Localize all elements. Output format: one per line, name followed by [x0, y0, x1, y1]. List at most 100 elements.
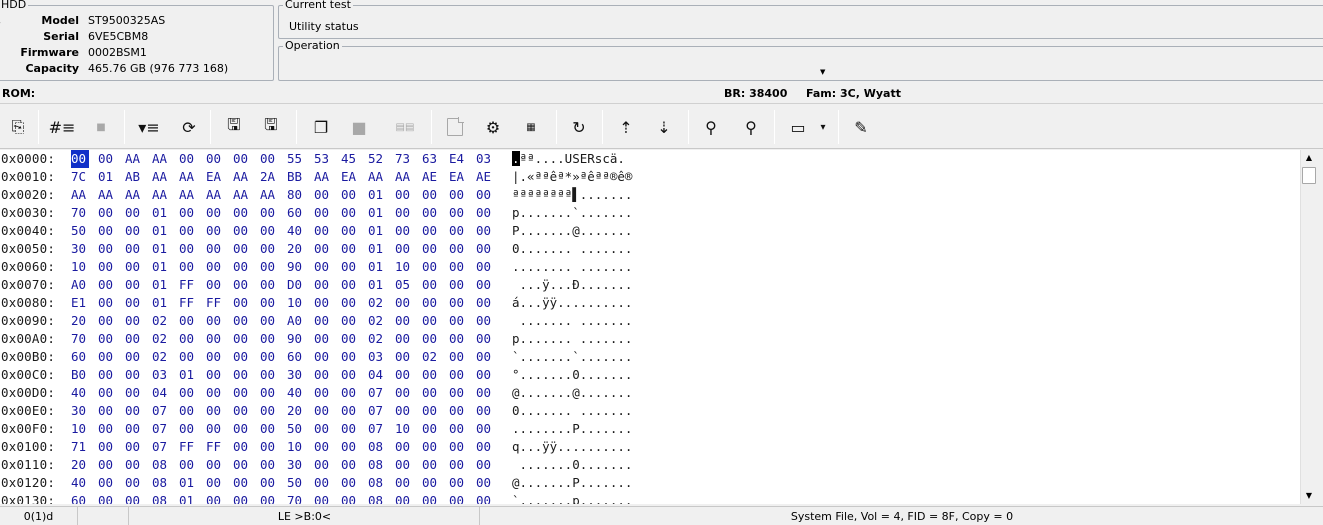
hex-byte[interactable]: 00 — [341, 276, 359, 294]
hex-byte[interactable]: 00 — [71, 150, 89, 168]
hex-byte[interactable]: 01 — [368, 204, 386, 222]
hex-byte[interactable]: 00 — [449, 384, 467, 402]
hex-byte[interactable]: 03 — [368, 348, 386, 366]
open-file-button[interactable]: ⎘ — [5, 114, 31, 140]
hex-byte[interactable]: 00 — [341, 348, 359, 366]
hex-bytes[interactable]: 10 00 00 01 00 00 00 00 90 00 00 01 10 00 00 00 — [71, 258, 494, 276]
hex-byte[interactable]: 01 — [368, 222, 386, 240]
hex-byte[interactable]: 00 — [206, 312, 224, 330]
save-all-button[interactable]: 🖫 — [258, 114, 284, 140]
hex-byte[interactable]: 00 — [422, 456, 440, 474]
hex-byte[interactable]: 00 — [449, 330, 467, 348]
hex-byte[interactable]: 00 — [98, 312, 116, 330]
hex-byte[interactable]: 00 — [422, 204, 440, 222]
hex-byte[interactable]: 00 — [125, 366, 143, 384]
hex-byte[interactable]: 00 — [314, 402, 332, 420]
hex-byte[interactable]: 00 — [314, 276, 332, 294]
hex-byte[interactable]: AA — [125, 186, 143, 204]
hex-byte[interactable]: 05 — [395, 276, 413, 294]
hex-byte[interactable]: FF — [179, 438, 197, 456]
hex-byte[interactable]: 00 — [98, 258, 116, 276]
hex-bytes[interactable]: 10 00 00 07 00 00 00 00 50 00 00 07 10 00 00 00 — [71, 420, 494, 438]
hex-byte[interactable]: 10 — [395, 420, 413, 438]
hex-byte[interactable]: FF — [206, 438, 224, 456]
hex-byte[interactable]: 00 — [233, 222, 251, 240]
hex-byte[interactable]: AA — [152, 150, 170, 168]
hex-byte[interactable]: 00 — [476, 240, 494, 258]
hex-byte[interactable]: 00 — [341, 366, 359, 384]
hex-byte[interactable]: 00 — [395, 402, 413, 420]
hex-byte[interactable]: 60 — [71, 492, 89, 504]
hex-bytes[interactable]: B0 00 00 03 01 00 00 00 30 00 00 04 00 00 00 00 — [71, 366, 494, 384]
hex-ascii[interactable]: á...ÿÿ.......... — [512, 294, 632, 312]
hex-byte[interactable]: 00 — [260, 420, 278, 438]
hex-byte[interactable]: 00 — [314, 294, 332, 312]
hex-byte[interactable]: 00 — [98, 150, 116, 168]
hex-byte[interactable]: 00 — [233, 456, 251, 474]
hex-byte[interactable]: 04 — [152, 384, 170, 402]
hex-byte[interactable]: 20 — [287, 240, 305, 258]
hex-byte[interactable]: 00 — [206, 456, 224, 474]
hex-byte[interactable]: 20 — [287, 402, 305, 420]
hex-byte[interactable]: 00 — [125, 456, 143, 474]
hex-byte[interactable]: 00 — [395, 438, 413, 456]
hex-byte[interactable]: 30 — [287, 366, 305, 384]
hex-byte[interactable]: 00 — [422, 420, 440, 438]
hex-byte[interactable]: 00 — [395, 474, 413, 492]
hex-byte[interactable]: 00 — [125, 384, 143, 402]
hex-byte[interactable]: A0 — [287, 312, 305, 330]
hex-byte[interactable]: 00 — [422, 402, 440, 420]
copy-button[interactable]: ❐ — [308, 114, 334, 140]
hex-byte[interactable]: 00 — [260, 474, 278, 492]
arrow-list-button[interactable]: ▾≡ — [136, 114, 162, 140]
hex-byte[interactable]: 00 — [314, 384, 332, 402]
hex-byte[interactable]: 00 — [314, 312, 332, 330]
hex-byte[interactable]: 00 — [98, 294, 116, 312]
hex-byte[interactable]: 00 — [449, 258, 467, 276]
hex-byte[interactable]: 00 — [206, 276, 224, 294]
hex-byte[interactable]: 00 — [206, 222, 224, 240]
hex-byte[interactable]: 40 — [287, 384, 305, 402]
hex-byte[interactable]: 00 — [476, 456, 494, 474]
hex-ascii[interactable]: ........P....... — [512, 420, 632, 438]
hex-byte[interactable]: 00 — [233, 240, 251, 258]
hex-byte[interactable]: 70 — [71, 204, 89, 222]
hex-bytes[interactable]: E1 00 00 01 FF FF 00 00 10 00 00 02 00 00 00 00 — [71, 294, 494, 312]
hex-byte[interactable]: AE — [422, 168, 440, 186]
hex-byte[interactable]: 60 — [71, 348, 89, 366]
doc-hex-button[interactable]: ▦ — [518, 114, 544, 140]
hex-byte[interactable]: 00 — [206, 366, 224, 384]
hex-byte[interactable]: 01 — [98, 168, 116, 186]
hex-byte[interactable]: AA — [179, 186, 197, 204]
hex-byte[interactable]: AB — [125, 168, 143, 186]
hex-byte[interactable]: 07 — [152, 402, 170, 420]
hex-byte[interactable]: 00 — [233, 384, 251, 402]
hex-byte[interactable]: 08 — [152, 456, 170, 474]
hex-byte[interactable]: 00 — [341, 240, 359, 258]
hex-bytes[interactable]: 40 00 00 04 00 00 00 00 40 00 00 07 00 00 00 00 — [71, 384, 494, 402]
hex-byte[interactable]: 00 — [206, 258, 224, 276]
hex-byte[interactable]: 00 — [179, 456, 197, 474]
hex-bytes[interactable]: 70 00 00 02 00 00 00 00 90 00 00 02 00 00 00 00 — [71, 330, 494, 348]
hex-byte[interactable]: 70 — [287, 492, 305, 504]
hex-byte[interactable]: 00 — [422, 186, 440, 204]
hex-byte[interactable]: 08 — [368, 474, 386, 492]
hex-byte[interactable]: 02 — [152, 330, 170, 348]
hex-byte[interactable]: 10 — [395, 258, 413, 276]
hex-byte[interactable]: 30 — [287, 456, 305, 474]
hex-byte[interactable]: 00 — [206, 384, 224, 402]
hex-bytes[interactable]: 7C 01 AB AA AA EA AA 2A BB AA EA AA AA AE EA AE — [71, 168, 494, 186]
hex-byte[interactable]: E4 — [449, 150, 467, 168]
hex-byte[interactable]: FF — [179, 294, 197, 312]
hex-byte[interactable]: EA — [206, 168, 224, 186]
hex-byte[interactable]: 00 — [98, 474, 116, 492]
edit-notes-button[interactable]: ✎ — [848, 114, 874, 140]
hex-byte[interactable]: 02 — [152, 312, 170, 330]
hex-byte[interactable]: 08 — [152, 474, 170, 492]
page-down-button[interactable]: ⇣ — [651, 114, 677, 140]
scroll-up-icon[interactable]: ▲ — [1301, 150, 1317, 166]
hex-byte[interactable]: 00 — [314, 204, 332, 222]
hex-byte[interactable]: 00 — [260, 276, 278, 294]
hex-byte[interactable]: 00 — [314, 186, 332, 204]
hex-byte[interactable]: 00 — [233, 276, 251, 294]
